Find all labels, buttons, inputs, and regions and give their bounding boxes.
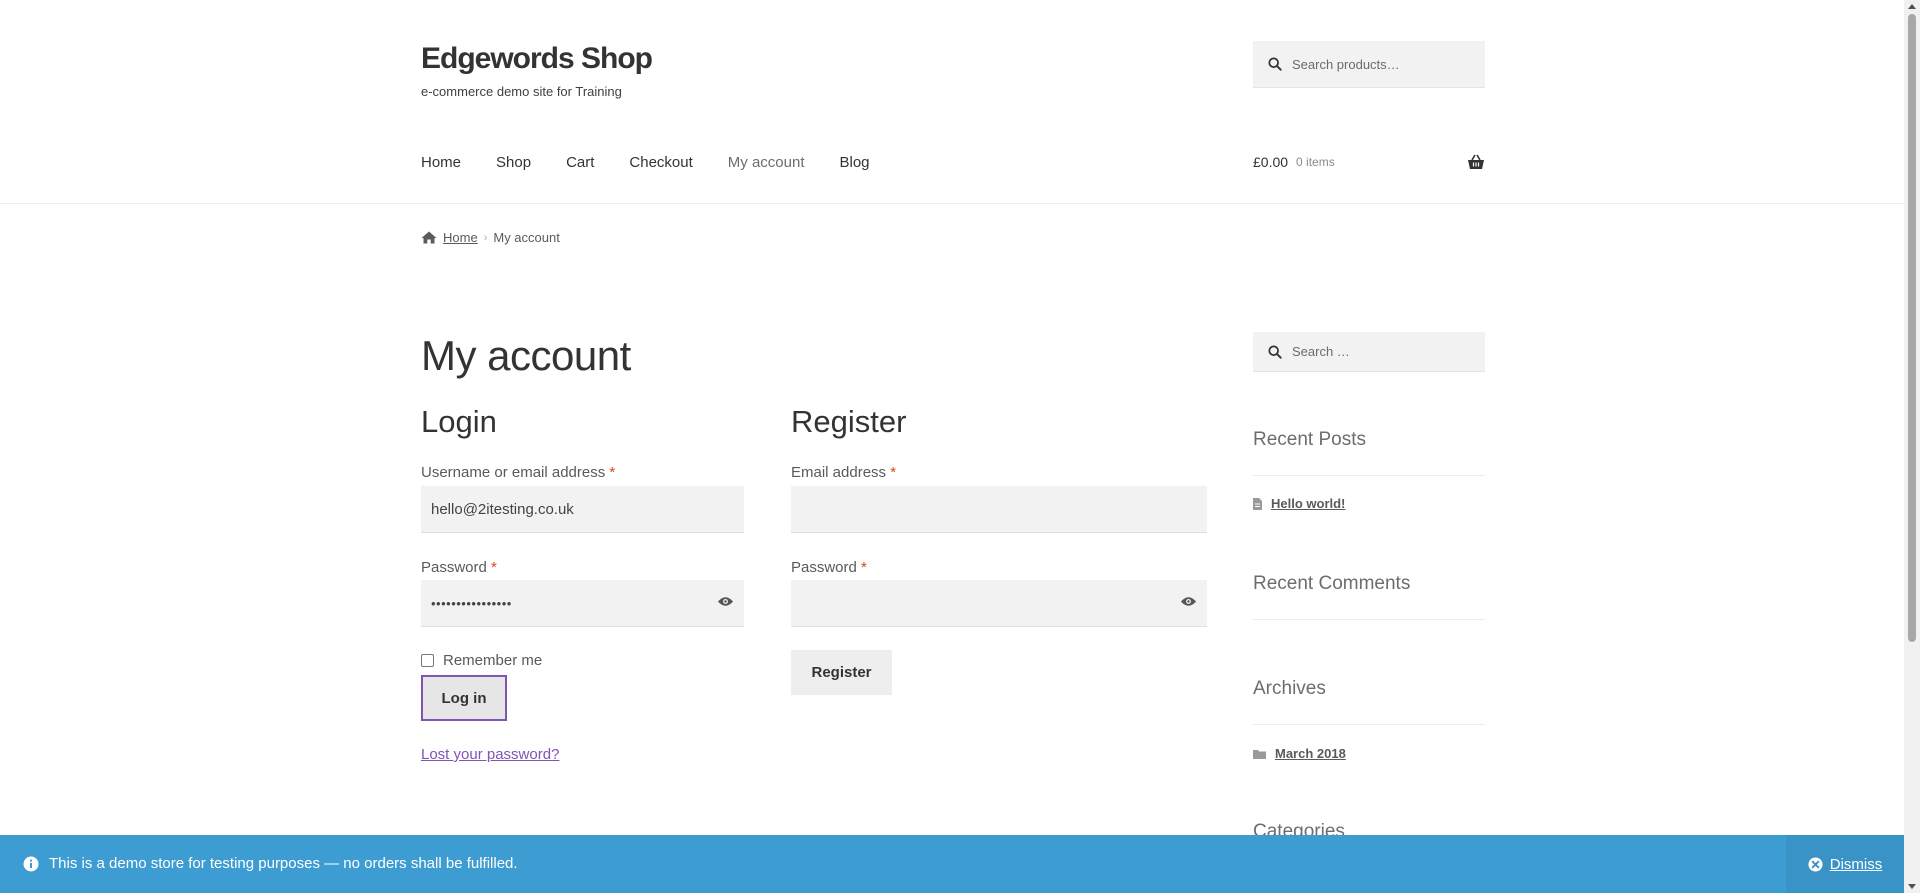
register-password-label-text: Password	[791, 559, 857, 576]
nav-item-shop[interactable]: Shop	[496, 154, 531, 171]
header-search-placeholder: Search products…	[1292, 56, 1400, 72]
search-icon	[1268, 57, 1282, 71]
sidebar-search-placeholder: Search …	[1292, 344, 1350, 359]
required-marker: *	[890, 464, 897, 481]
register-email-input[interactable]	[791, 486, 1207, 533]
remember-me-label: Remember me	[443, 652, 543, 669]
document-icon	[1253, 497, 1262, 510]
register-password-label: Password *	[791, 559, 867, 576]
login-password-label-text: Password	[421, 559, 487, 576]
breadcrumb-home-link[interactable]: Home	[443, 230, 478, 245]
close-circle-icon	[1808, 856, 1823, 872]
username-label: Username or email address *	[421, 464, 615, 481]
cart-count: 0 items	[1296, 155, 1335, 169]
required-marker: *	[491, 559, 497, 576]
widget-divider	[1253, 619, 1485, 620]
register-email-label: Email address *	[791, 464, 896, 481]
username-value: hello@2itesting.co.uk	[431, 500, 574, 518]
page-scrollbar[interactable]	[1904, 0, 1920, 893]
scrollbar-thumb[interactable]	[1908, 14, 1916, 642]
required-marker: *	[861, 559, 867, 576]
username-input[interactable]: hello@2itesting.co.uk	[421, 486, 744, 533]
register-password-input[interactable]	[791, 580, 1207, 627]
info-icon	[23, 856, 39, 871]
remember-me[interactable]: Remember me	[421, 652, 542, 669]
archives-heading: Archives	[1253, 678, 1326, 699]
store-notice: This is a demo store for testing purpose…	[0, 835, 1904, 893]
recent-post-item: Hello world!	[1253, 496, 1345, 511]
register-email-label-text: Email address	[791, 464, 887, 481]
store-notice-text: This is a demo store for testing purpose…	[49, 855, 518, 872]
basket-icon	[1468, 154, 1484, 169]
cart-amount: £0.00	[1253, 154, 1289, 170]
login-button[interactable]: Log in	[421, 675, 507, 721]
primary-navigation: Home Shop Cart Checkout My account Blog	[421, 154, 905, 171]
register-heading: Register	[791, 404, 907, 439]
dismiss-label: Dismiss	[1829, 855, 1883, 873]
widget-divider	[1253, 475, 1485, 476]
breadcrumb: Home › My account	[421, 230, 560, 245]
widget-divider	[1253, 724, 1485, 725]
header-search-input[interactable]: Search products…	[1253, 41, 1485, 88]
show-password-eye-icon[interactable]	[1180, 595, 1197, 608]
scroll-down-arrow-icon[interactable]	[1908, 884, 1916, 889]
recent-comments-heading: Recent Comments	[1253, 573, 1411, 594]
recent-posts-heading: Recent Posts	[1253, 429, 1366, 450]
login-heading: Login	[421, 404, 497, 439]
login-password-input[interactable]: ••••••••••••••••	[421, 580, 744, 627]
site-header: Edgewords Shop e-commerce demo site for …	[0, 0, 1904, 204]
scroll-up-arrow-icon[interactable]	[1908, 4, 1916, 9]
login-password-label: Password *	[421, 559, 497, 576]
username-label-text: Username or email address	[421, 464, 606, 481]
breadcrumb-current: My account	[493, 230, 560, 245]
nav-item-my-account[interactable]: My account	[728, 154, 805, 171]
recent-post-link[interactable]: Hello world!	[1271, 496, 1345, 511]
show-password-eye-icon[interactable]	[717, 595, 734, 608]
search-icon	[1268, 344, 1282, 359]
archive-link[interactable]: March 2018	[1275, 746, 1346, 761]
store-notice-message: This is a demo store for testing purpose…	[23, 855, 518, 872]
login-password-value: ••••••••••••••••	[431, 595, 512, 611]
nav-item-cart[interactable]: Cart	[566, 154, 594, 171]
nav-item-checkout[interactable]: Checkout	[629, 154, 692, 171]
page-title: My account	[421, 332, 631, 379]
remember-me-checkbox[interactable]	[421, 654, 434, 667]
site-title[interactable]: Edgewords Shop	[421, 42, 653, 76]
lost-password-link[interactable]: Lost your password?	[421, 746, 559, 763]
required-marker: *	[609, 464, 616, 481]
folder-icon	[1253, 749, 1266, 759]
home-icon	[421, 231, 437, 244]
header-cart[interactable]: £0.00 0 items	[1253, 154, 1485, 170]
nav-item-home[interactable]: Home	[421, 154, 461, 171]
site-tagline: e-commerce demo site for Training	[421, 84, 622, 99]
dismiss-button[interactable]: Dismiss	[1786, 835, 1904, 893]
sidebar-search-input[interactable]: Search …	[1253, 332, 1485, 372]
breadcrumb-separator: ›	[483, 231, 488, 244]
register-button[interactable]: Register	[791, 650, 892, 695]
archive-item: March 2018	[1253, 746, 1346, 761]
nav-item-blog[interactable]: Blog	[839, 154, 869, 171]
